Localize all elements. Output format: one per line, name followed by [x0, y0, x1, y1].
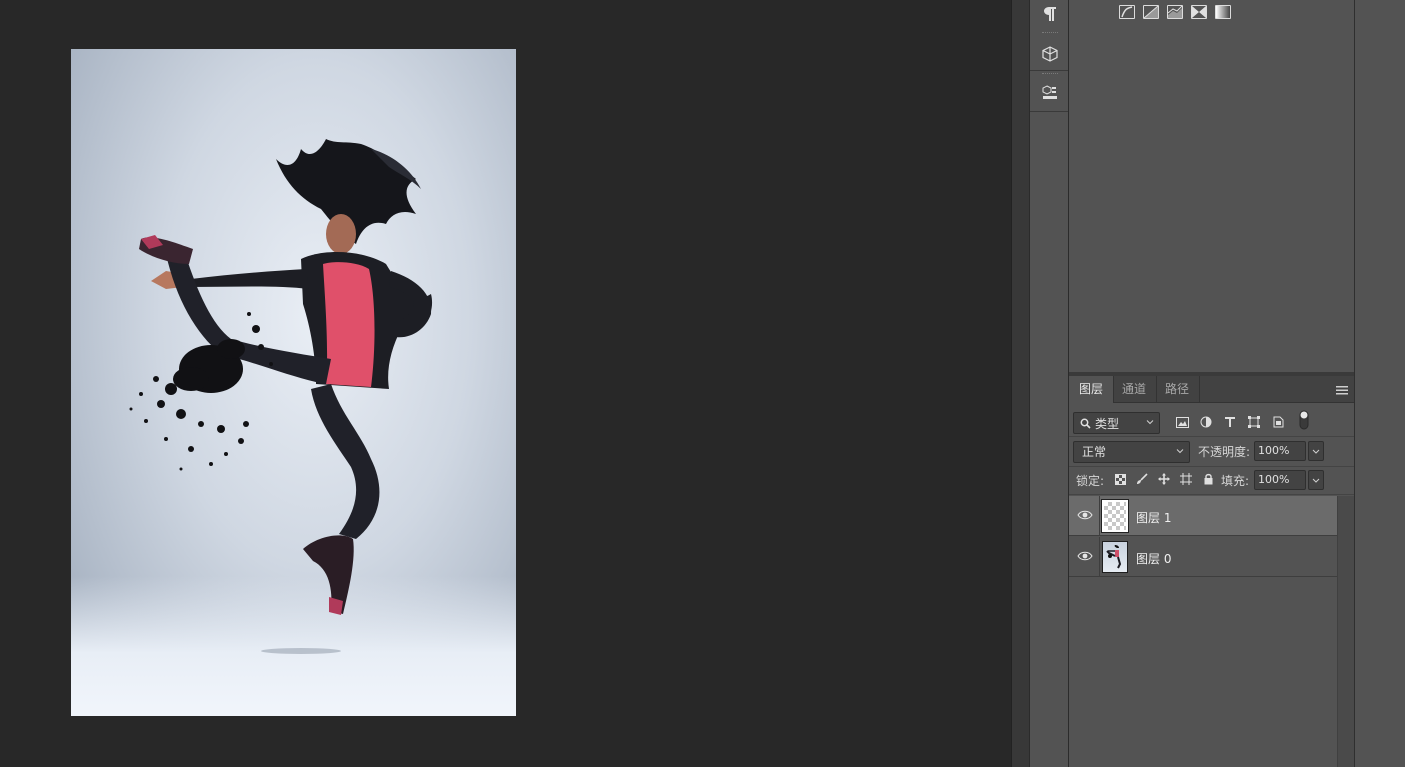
filter-pixel-icon[interactable] — [1174, 414, 1190, 430]
layer-thumbnail[interactable] — [1102, 541, 1128, 573]
adjustments-panel — [1069, 0, 1354, 372]
divider — [1099, 537, 1100, 577]
levels-icon[interactable] — [1119, 5, 1135, 19]
document-canvas[interactable] — [71, 49, 516, 716]
lock-all-icon[interactable] — [1201, 472, 1215, 486]
layer-thumbnail[interactable] — [1101, 499, 1129, 533]
blend-mode-select[interactable]: 正常 — [1073, 441, 1190, 463]
layer-filter-select[interactable]: 类型 — [1073, 412, 1160, 434]
3d-cube-icon[interactable] — [1034, 40, 1066, 68]
tab-layers[interactable]: 图层 — [1069, 376, 1115, 403]
panel-menu-icon[interactable] — [1336, 384, 1348, 395]
visibility-eye-icon[interactable] — [1077, 509, 1093, 521]
curves-icon[interactable] — [1143, 5, 1159, 19]
lock-label: 锁定: — [1076, 474, 1105, 488]
divider — [1030, 111, 1068, 112]
fill-dropdown[interactable] — [1308, 470, 1324, 490]
lock-artboard-icon[interactable] — [1179, 472, 1193, 486]
layer-row[interactable]: 图层 1 — [1069, 496, 1337, 536]
visibility-eye-icon[interactable] — [1077, 550, 1093, 562]
blend-mode-value: 正常 — [1082, 445, 1107, 459]
canvas-workspace[interactable] — [0, 0, 1011, 767]
3d-scene-icon[interactable] — [1034, 80, 1066, 108]
opacity-label: 不透明度: — [1198, 445, 1251, 459]
panel-gap — [1011, 0, 1029, 767]
opacity-dropdown[interactable] — [1308, 441, 1324, 461]
dancer-photo — [129, 139, 433, 654]
panel-grip[interactable] — [1042, 73, 1058, 76]
layer-name[interactable]: 图层 1 — [1136, 509, 1171, 526]
fill-field[interactable]: 100% — [1254, 470, 1306, 490]
tab-channels[interactable]: 通道 — [1112, 376, 1158, 403]
collapsed-panels-strip — [1029, 0, 1069, 767]
transparency-checker — [1104, 502, 1126, 530]
filter-type-icon[interactable] — [1222, 414, 1238, 430]
layer-row[interactable]: 图层 0 — [1069, 537, 1337, 577]
panel-grip[interactable] — [1042, 32, 1058, 35]
right-panel-column: 图层 通道 路径 类型 正常 不透明度: 100% 锁定: 填充: 100% 图… — [1069, 0, 1354, 767]
tab-paths[interactable]: 路径 — [1155, 376, 1201, 403]
panel-edge — [1354, 0, 1405, 767]
layer-name[interactable]: 图层 0 — [1136, 550, 1171, 567]
divider — [1099, 496, 1100, 536]
filter-toggle-icon[interactable] — [1296, 410, 1312, 430]
divider — [1030, 70, 1068, 71]
invert-icon[interactable] — [1191, 5, 1207, 19]
exposure-icon[interactable] — [1167, 5, 1183, 19]
search-icon — [1080, 418, 1091, 429]
paragraph-icon[interactable] — [1034, 0, 1066, 28]
fill-label: 填充: — [1221, 474, 1250, 488]
lock-position-icon[interactable] — [1157, 472, 1171, 486]
layers-panel: 图层 通道 路径 类型 正常 不透明度: 100% 锁定: 填充: 100% 图… — [1069, 376, 1354, 767]
divider — [1069, 494, 1354, 495]
lock-image-pixels-icon[interactable] — [1135, 472, 1149, 486]
chevron-down-icon — [1146, 420, 1154, 425]
lock-transparent-pixels-icon[interactable] — [1113, 472, 1127, 486]
filter-label: 类型 — [1095, 416, 1120, 431]
gradient-map-icon[interactable] — [1215, 5, 1231, 19]
divider — [1069, 466, 1354, 467]
dancer-thumbnail — [1106, 545, 1122, 569]
opacity-field[interactable]: 100% — [1254, 441, 1306, 461]
layers-tabs: 图层 通道 路径 — [1069, 376, 1354, 403]
divider — [1069, 436, 1354, 437]
filter-shape-icon[interactable] — [1246, 414, 1262, 430]
chevron-down-icon — [1312, 449, 1320, 454]
filter-adjustment-icon[interactable] — [1198, 414, 1214, 430]
layers-scrollbar[interactable] — [1337, 496, 1354, 767]
chevron-down-icon — [1312, 478, 1320, 483]
filter-smart-object-icon[interactable] — [1270, 414, 1286, 430]
chevron-down-icon — [1176, 449, 1184, 454]
